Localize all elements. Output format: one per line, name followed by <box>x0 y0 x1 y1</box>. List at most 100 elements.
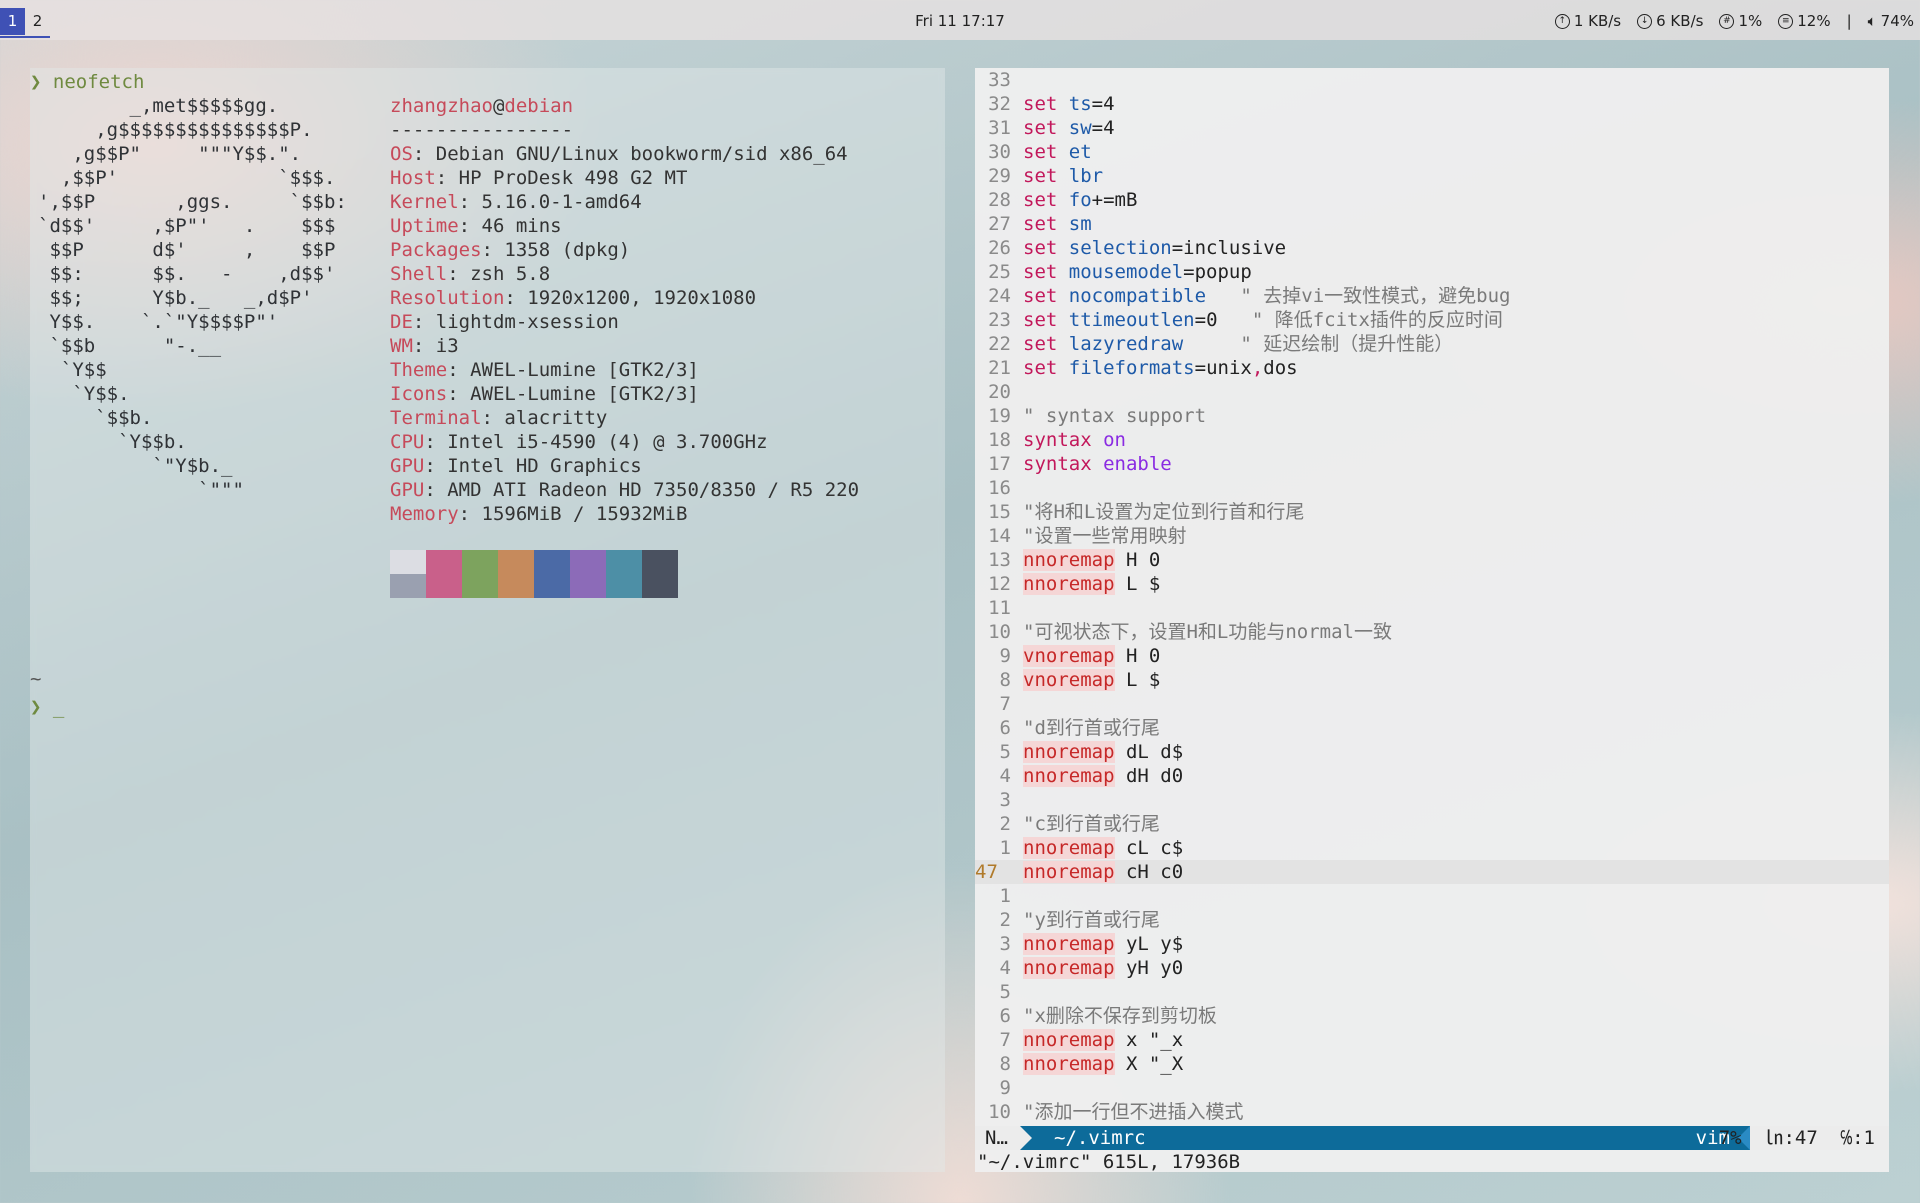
vim-line[interactable]: 5 nnoremap dL d$ <box>975 740 1889 764</box>
line-number: 30 <box>988 141 1011 163</box>
code-token-map: nnoremap <box>1023 573 1115 595</box>
code-token-synkw: on <box>1103 429 1126 451</box>
line-number: 4 <box>999 957 1011 979</box>
vim-line[interactable]: 29 set lbr <box>975 164 1889 188</box>
info-colon: : <box>458 215 471 237</box>
vim-line[interactable]: 31 set sw=4 <box>975 116 1889 140</box>
terminal-neofetch[interactable]: ❯ neofetch _,met$$$$$gg. ,g$$$$$$$$$$$$$… <box>30 68 945 1172</box>
code-token-map: nnoremap <box>1023 837 1115 859</box>
logo-line: ',$$P ,ggs. `$$b: <box>38 191 347 213</box>
prompt-chevron-icon: ❯ <box>30 696 42 718</box>
info-row: Icons: AWEL-Lumine [GTK2/3] <box>390 382 859 406</box>
code-token-opt: ttimeoutlen <box>1068 309 1195 331</box>
vim-line[interactable]: 6 "x删除不保存到剪切板 <box>975 1004 1889 1028</box>
vim-buffer[interactable]: 33 32 set ts=4 31 set sw=4 30 set et 29 set lbr 2… <box>975 68 1889 1124</box>
vim-line[interactable]: 24 set nocompatible " 去掉vi一致性模式，避免bug <box>975 284 1889 308</box>
vim-line[interactable]: 30 set et <box>975 140 1889 164</box>
vim-line[interactable]: 7 <box>975 692 1889 716</box>
vim-line[interactable]: 9 vnoremap H 0 <box>975 644 1889 668</box>
vim-line[interactable]: 17 syntax enable <box>975 452 1889 476</box>
prompt-line: ❯ neofetch <box>30 70 144 94</box>
vim-line[interactable]: 26 set selection=inclusive <box>975 236 1889 260</box>
code-token-cmt: "x删除不保存到剪切板 <box>1023 1005 1217 1027</box>
info-row: WM: i3 <box>390 334 859 358</box>
terminal-vim[interactable]: 33 32 set ts=4 31 set sw=4 30 set et 29 set lbr 2… <box>975 68 1889 1173</box>
info-value: Intel HD Graphics <box>435 455 642 477</box>
code-token-pl: H 0 <box>1114 645 1161 667</box>
info-key: OS <box>390 143 413 165</box>
info-key: Host <box>390 167 436 189</box>
vim-line[interactable]: 6 "d到行首或行尾 <box>975 716 1889 740</box>
vim-line[interactable]: 14 "设置一些常用映射 <box>975 524 1889 548</box>
info-colon: : <box>447 359 459 381</box>
vim-line[interactable]: 1 nnoremap cL c$ <box>975 836 1889 860</box>
info-key: Terminal <box>390 407 482 429</box>
vim-line[interactable]: 5 <box>975 980 1889 1004</box>
vim-line[interactable]: 18 syntax on <box>975 428 1889 452</box>
info-value: Debian GNU/Linux bookworm/sid x86_64 <box>424 143 848 165</box>
vim-line[interactable]: 3 nnoremap yL y$ <box>975 932 1889 956</box>
info-colon: : <box>412 143 425 165</box>
logo-line: $$P d$' , $$P <box>38 239 336 261</box>
info-key: Icons <box>390 383 448 405</box>
vim-line[interactable]: 8 vnoremap L $ <box>975 668 1889 692</box>
palette-swatch <box>426 550 462 574</box>
line-number: 9 <box>999 645 1011 667</box>
vim-line[interactable]: 13 nnoremap H 0 <box>975 548 1889 572</box>
vim-line[interactable]: 27 set sm <box>975 212 1889 236</box>
vim-line[interactable]: 2 "c到行首或行尾 <box>975 812 1889 836</box>
vim-line[interactable]: 3 <box>975 788 1889 812</box>
code-token-kw: syntax <box>1023 453 1092 475</box>
vim-mode: N… <box>985 1127 1008 1149</box>
vim-line[interactable]: 21 set fileformats=unix,dos <box>975 356 1889 380</box>
line-number: 12 <box>988 573 1011 595</box>
info-value: i3 <box>424 335 459 357</box>
line-number: 2 <box>999 909 1011 931</box>
vim-line[interactable]: 15 "将H和L设置为定位到行首和行尾 <box>975 500 1889 524</box>
info-value: alacritty <box>492 407 608 429</box>
line-number: 7 <box>999 1029 1011 1051</box>
volume[interactable]: 🔈︎ 74% <box>1868 12 1914 30</box>
info-value: lightdm-xsession <box>424 311 619 333</box>
code-token-pl: x "_x <box>1114 1029 1184 1051</box>
vim-line[interactable]: 25 set mousemodel=popup <box>975 260 1889 284</box>
vim-line[interactable]: 23 set ttimeoutlen=0 " 降低fcitx插件的反应时间 <box>975 308 1889 332</box>
info-row: OS: Debian GNU/Linux bookworm/sid x86_64 <box>390 142 859 166</box>
memory-usage: ≡ 12% <box>1778 12 1831 30</box>
code-token-kw: set <box>1023 93 1058 115</box>
vim-line[interactable]: 4 nnoremap yH y0 <box>975 956 1889 980</box>
palette-swatch <box>570 574 606 598</box>
vim-current-line[interactable]: 47 nnoremap cH c0 <box>975 860 1889 884</box>
vim-line[interactable]: 20 <box>975 380 1889 404</box>
vim-line[interactable]: 32 set ts=4 <box>975 92 1889 116</box>
code-token-kw: set <box>1023 333 1058 355</box>
info-value: AWEL-Lumine [GTK2/3] <box>458 383 699 405</box>
vim-line[interactable]: 22 set lazyredraw " 延迟绘制（提升性能） <box>975 332 1889 356</box>
code-token-opt: mousemodel <box>1068 261 1184 283</box>
info-row: Packages: 1358 (dpkg) <box>390 238 859 262</box>
vim-line[interactable]: 2 "y到行首或行尾 <box>975 908 1889 932</box>
code-token-map: nnoremap <box>1023 765 1115 787</box>
vim-line[interactable]: 10 "可视状态下，设置H和L功能与normal一致 <box>975 620 1889 644</box>
vim-line[interactable]: 1 <box>975 884 1889 908</box>
debian-ascii-logo: _,met$$$$$gg. ,g$$$$$$$$$$$$$$$P. ,g$$P"… <box>38 94 347 502</box>
vim-line[interactable]: 28 set fo+=mB <box>975 188 1889 212</box>
vim-line[interactable]: 7 nnoremap x "_x <box>975 1028 1889 1052</box>
vim-line[interactable]: 4 nnoremap dH d0 <box>975 764 1889 788</box>
prompt-line-2[interactable]: ❯ _ <box>30 696 64 718</box>
vim-line[interactable]: 8 nnoremap X "_X <box>975 1052 1889 1076</box>
info-colon: : <box>435 167 448 189</box>
vim-line[interactable]: 19 " syntax support <box>975 404 1889 428</box>
line-number: 3 <box>999 789 1011 811</box>
vim-line[interactable]: 10 "添加一行但不进插入模式 <box>975 1100 1889 1124</box>
code-token-kw: set <box>1023 309 1058 331</box>
vim-line[interactable]: 12 nnoremap L $ <box>975 572 1889 596</box>
vim-line[interactable]: 9 <box>975 1076 1889 1100</box>
code-token-cmt: "可视状态下，设置H和L功能与normal一致 <box>1023 621 1392 643</box>
vim-line[interactable]: 33 <box>975 68 1889 92</box>
vim-line[interactable]: 11 <box>975 596 1889 620</box>
vim-line[interactable]: 16 <box>975 476 1889 500</box>
code-token-map: nnoremap <box>1023 861 1115 883</box>
info-row: DE: lightdm-xsession <box>390 310 859 334</box>
